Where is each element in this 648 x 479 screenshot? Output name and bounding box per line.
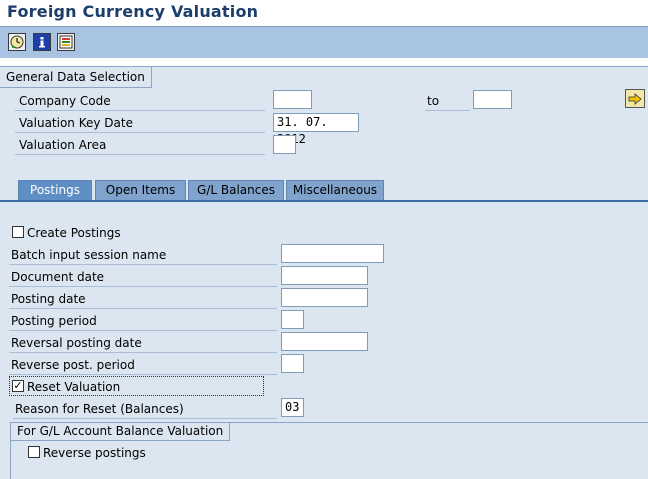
tab-gl-balances[interactable]: G/L Balances — [188, 180, 284, 200]
label-underline — [15, 110, 265, 111]
info-button[interactable] — [33, 33, 51, 51]
create-postings-label: Create Postings — [27, 226, 121, 240]
reverse-postings-checkbox[interactable] — [28, 446, 40, 458]
posting-date-input[interactable] — [281, 288, 368, 307]
reverse-post-period-input[interactable] — [281, 354, 304, 373]
reason-for-reset-input[interactable]: 03 — [281, 398, 304, 417]
general-data-title: General Data Selection — [0, 67, 152, 88]
batch-session-input[interactable] — [281, 244, 384, 263]
to-label: to — [427, 94, 440, 108]
reversal-posting-date-input[interactable] — [281, 332, 368, 351]
label-underline — [9, 374, 277, 375]
tab-miscellaneous[interactable]: Miscellaneous — [286, 180, 384, 200]
reason-for-reset-label: Reason for Reset (Balances) — [15, 402, 184, 416]
document-date-label: Document date — [11, 270, 105, 284]
execute-clock-icon — [10, 35, 24, 49]
company-code-to-input[interactable] — [473, 90, 512, 109]
info-icon — [35, 35, 49, 49]
tab-open-items[interactable]: Open Items — [95, 180, 186, 200]
title-bar: Foreign Currency Valuation — [0, 0, 648, 26]
label-underline — [9, 264, 277, 265]
create-postings-checkbox[interactable] — [12, 226, 24, 238]
arrow-right-icon — [628, 92, 642, 105]
posting-period-input[interactable] — [281, 310, 304, 329]
reset-valuation-label: Reset Valuation — [27, 380, 121, 394]
multiple-selection-button[interactable] — [625, 89, 645, 108]
toolbar-spacer — [0, 58, 648, 66]
label-underline — [9, 286, 277, 287]
company-code-from-input[interactable] — [273, 90, 312, 109]
selection-options-button[interactable] — [57, 33, 75, 51]
document-date-input[interactable] — [281, 266, 368, 285]
posting-period-label: Posting period — [11, 314, 97, 328]
valuation-key-date-label: Valuation Key Date — [19, 116, 133, 130]
valuation-area-label: Valuation Area — [19, 138, 107, 152]
tab-postings[interactable]: Postings — [18, 180, 92, 200]
label-underline — [15, 154, 265, 155]
selection-options-icon — [59, 35, 73, 49]
batch-session-label: Batch input session name — [11, 248, 167, 262]
tab-strip: Postings Open Items G/L Balances Miscell… — [0, 180, 648, 201]
posting-date-label: Posting date — [11, 292, 86, 306]
company-code-label: Company Code — [19, 94, 111, 108]
application-toolbar — [0, 26, 648, 58]
label-underline — [9, 330, 277, 331]
label-underline — [13, 418, 277, 419]
reverse-postings-label: Reverse postings — [43, 446, 146, 460]
valuation-area-input[interactable] — [273, 135, 296, 154]
execute-clock-button[interactable] — [8, 33, 26, 51]
reverse-post-period-label: Reverse post. period — [11, 358, 135, 372]
reversal-posting-date-label: Reversal posting date — [11, 336, 142, 350]
label-underline — [9, 352, 277, 353]
reset-valuation-checkbox[interactable]: ✓ — [12, 380, 24, 392]
page-title: Foreign Currency Valuation — [7, 2, 259, 21]
label-underline — [15, 132, 265, 133]
label-underline — [9, 308, 277, 309]
valuation-key-date-input[interactable]: 31. 07. 2012 — [273, 113, 359, 146]
gl-balance-title: For G/L Account Balance Valuation — [11, 423, 231, 441]
label-underline — [425, 110, 470, 111]
